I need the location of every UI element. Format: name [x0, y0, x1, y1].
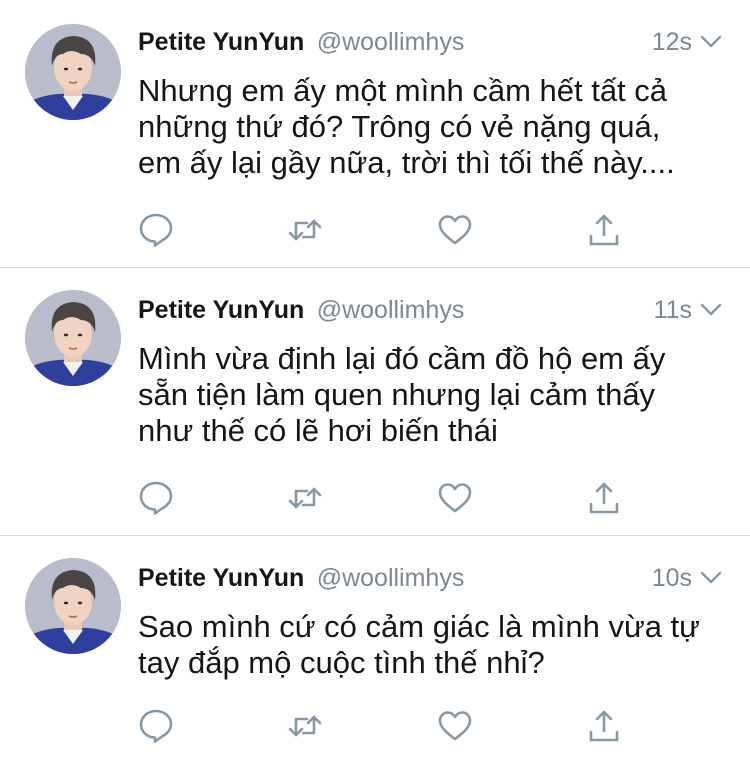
tweet-actions [138, 480, 638, 516]
like-button[interactable] [437, 212, 473, 248]
display-name[interactable]: Petite YunYun [138, 296, 304, 324]
reply-icon [139, 709, 173, 743]
avatar[interactable] [25, 558, 121, 654]
tweet[interactable]: Petite YunYun @woollimhys 10s Sao mình c… [0, 536, 750, 764]
heart-icon [438, 483, 472, 513]
retweet-icon [288, 219, 322, 241]
timestamp[interactable]: 11s [654, 293, 692, 327]
display-name[interactable]: Petite YunYun [138, 28, 304, 56]
share-button[interactable] [586, 708, 622, 744]
avatar[interactable] [25, 290, 121, 386]
share-icon [589, 710, 619, 742]
heart-icon [438, 711, 472, 741]
heart-icon [438, 215, 472, 245]
retweet-icon [288, 487, 322, 509]
chevron-down-icon[interactable] [700, 569, 722, 587]
user-handle[interactable]: @woollimhys [317, 28, 465, 56]
tweet-header: Petite YunYun @woollimhys 12s [138, 25, 722, 59]
tweet[interactable]: Petite YunYun @woollimhys 11s Mình vừa đ… [0, 268, 750, 536]
tweet-text: Sao mình cứ có cảm giác là mình vừa tự t… [138, 609, 700, 680]
share-icon [589, 482, 619, 514]
tweet-header: Petite YunYun @woollimhys 11s [138, 293, 722, 327]
like-button[interactable] [437, 480, 473, 516]
tweet-header: Petite YunYun @woollimhys 10s [138, 561, 722, 595]
retweet-button[interactable] [287, 212, 323, 248]
share-button[interactable] [586, 212, 622, 248]
retweet-button[interactable] [287, 480, 323, 516]
chevron-down-icon[interactable] [700, 301, 722, 319]
reply-icon [139, 213, 173, 247]
user-handle[interactable]: @woollimhys [317, 564, 465, 592]
tweet-text: Mình vừa định lại đó cầm đồ hộ em ấy sẵn… [138, 341, 666, 448]
user-handle[interactable]: @woollimhys [317, 296, 465, 324]
tweet-actions [138, 708, 638, 744]
share-icon [589, 214, 619, 246]
share-button[interactable] [586, 480, 622, 516]
display-name[interactable]: Petite YunYun [138, 564, 304, 592]
reply-button[interactable] [138, 212, 174, 248]
reply-button[interactable] [138, 480, 174, 516]
timestamp[interactable]: 10s [652, 561, 692, 595]
chevron-down-icon[interactable] [700, 33, 722, 51]
tweet[interactable]: Petite YunYun @woollimhys 12s Nhưng em ấ… [0, 0, 750, 268]
reply-button[interactable] [138, 708, 174, 744]
retweet-button[interactable] [287, 708, 323, 744]
tweet-text: Nhưng em ấy một mình cầm hết tất cả nhữn… [138, 73, 675, 180]
like-button[interactable] [437, 708, 473, 744]
tweet-actions [138, 212, 638, 248]
retweet-icon [288, 715, 322, 737]
timestamp[interactable]: 12s [652, 25, 692, 59]
avatar[interactable] [25, 24, 121, 120]
reply-icon [139, 481, 173, 515]
